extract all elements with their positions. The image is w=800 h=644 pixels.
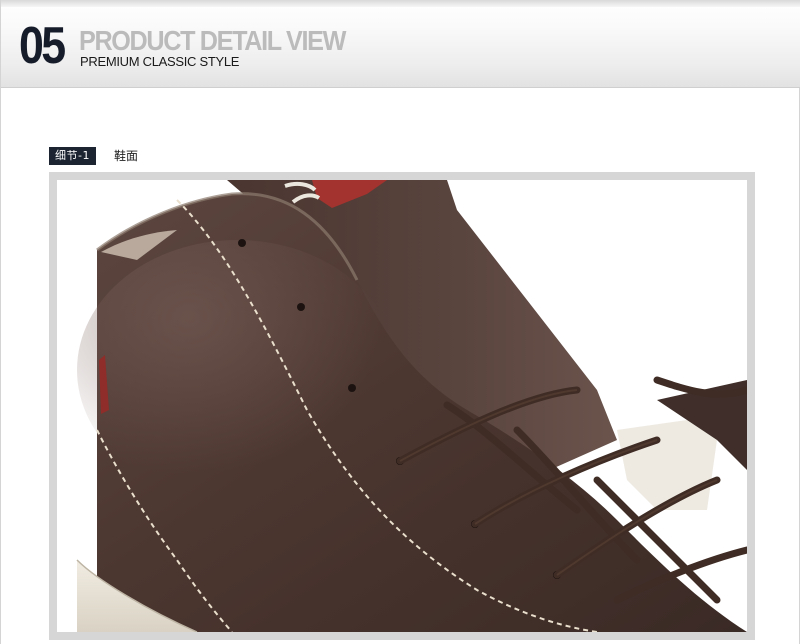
photo-frame: [49, 172, 755, 640]
detail-caption: 鞋面: [114, 149, 139, 163]
section-header: 05 PRODUCT DETAIL VIEW PREMIUM CLASSIC S…: [1, 0, 800, 88]
shoe-detail-photo: [57, 180, 747, 632]
section-title: PRODUCT DETAIL VIEW: [79, 25, 346, 56]
section-subtitle: PREMIUM CLASSIC STYLE: [80, 54, 240, 69]
page: 05 PRODUCT DETAIL VIEW PREMIUM CLASSIC S…: [0, 0, 800, 644]
detail-tag: 细节-1: [49, 147, 96, 165]
section-number: 05: [19, 17, 66, 75]
